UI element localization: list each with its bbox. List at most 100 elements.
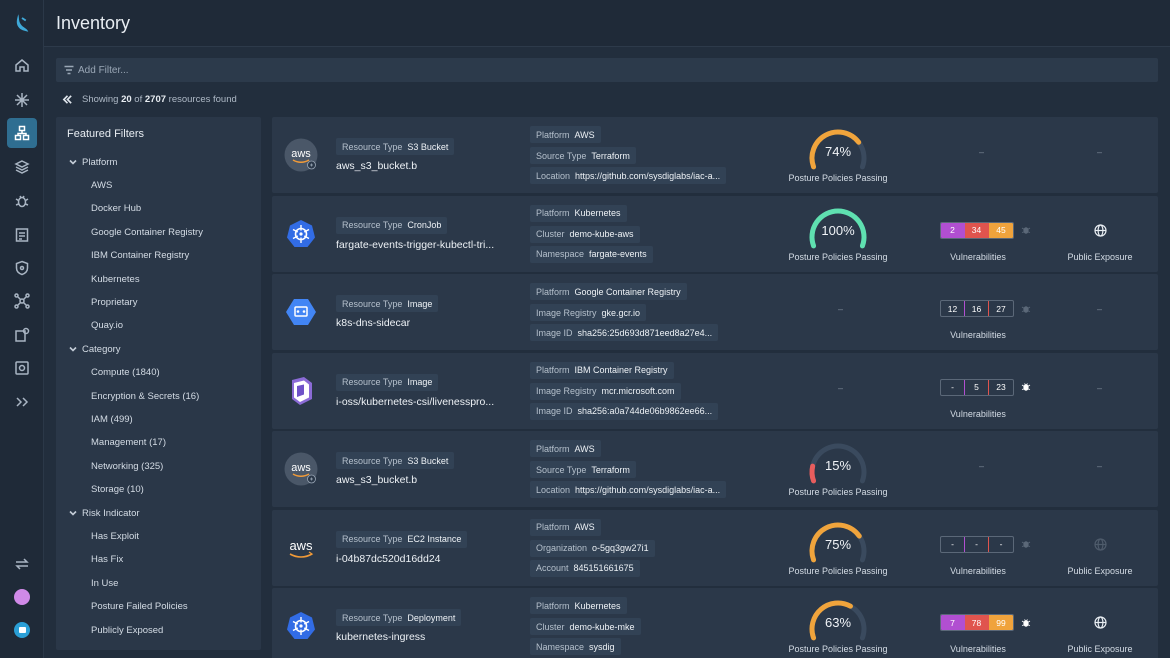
vulnerability-summary[interactable]: 2 34 45	[940, 221, 1032, 239]
filter-option[interactable]: Networking (325)	[56, 456, 261, 476]
filter-option[interactable]: Publicly Exposed	[56, 620, 261, 640]
filter-group-category[interactable]: Category	[56, 339, 261, 359]
network-icon[interactable]	[7, 286, 37, 316]
posture-label: Posture Policies Passing	[788, 251, 888, 262]
filter-bar[interactable]	[56, 58, 1158, 82]
filter-option[interactable]: Has Exploit	[56, 526, 261, 546]
tag-key: Source Type	[536, 150, 587, 161]
filter-group-label: Risk Indicator	[82, 507, 140, 519]
filter-option-label: Kubernetes	[91, 273, 140, 285]
filter-option[interactable]: Has Fix	[56, 550, 261, 570]
vulnerability-summary[interactable]: -5 23	[940, 378, 1032, 396]
resource-name[interactable]: aws_s3_bucket.b	[336, 474, 417, 486]
resource-name[interactable]: i-04b87dc520d16dd24	[336, 553, 441, 565]
integrations-icon[interactable]	[7, 320, 37, 350]
filter-option[interactable]: In Use	[56, 573, 261, 593]
resource-name[interactable]: k8s-dns-sidecar	[336, 317, 410, 329]
filter-option[interactable]: AWS	[56, 175, 261, 195]
vuln-count-medium: -	[999, 539, 1003, 549]
resource-card[interactable]: Resource Type CronJob fargate-events-trigg…	[272, 195, 1158, 272]
public-exposure-empty: –	[1097, 304, 1103, 314]
exploit-bug-icon	[1020, 303, 1032, 315]
filter-option[interactable]: Posture Failed Policies	[56, 597, 261, 617]
filter-option[interactable]: Kubernetes	[56, 269, 261, 289]
resource-name[interactable]: fargate-events-trigger-kubectl-tri...	[336, 239, 494, 251]
resource-meta-tag: Image Registry mcr.microsoft.com	[530, 382, 681, 400]
exploit-bug-icon	[1020, 617, 1032, 629]
filter-option[interactable]: Google Container Registry	[56, 222, 261, 242]
bug-icon[interactable]	[7, 186, 37, 216]
resource-name[interactable]: aws_s3_bucket.b	[336, 160, 417, 172]
inventory-icon[interactable]	[7, 118, 37, 148]
filter-option[interactable]: Management (17)	[56, 433, 261, 453]
posture-percent: 63%	[824, 615, 852, 630]
filter-option[interactable]: Encryption & Secrets (16)	[56, 386, 261, 406]
vulnerability-summary[interactable]: 7 78 99	[940, 614, 1032, 631]
vulnerability-counts: ---	[940, 535, 1014, 553]
help-chat-icon[interactable]	[7, 615, 37, 645]
tag-value: Terraform	[591, 150, 630, 161]
resource-type-tag: Resource Type Deployment	[336, 609, 462, 626]
filter-option[interactable]: Quay.io	[56, 316, 261, 336]
chevron-down-icon	[69, 345, 77, 353]
resource-card[interactable]: aws Resource Type EC2 Instance i-04b87dc520…	[272, 509, 1158, 586]
filter-option[interactable]: IAM (499)	[56, 409, 261, 429]
user-avatar[interactable]	[7, 582, 37, 612]
featured-filters-panel: Featured Filters Platform AWS Docker Hub Go…	[56, 117, 261, 650]
vulnerability-summary[interactable]: ---	[940, 535, 1032, 553]
home-icon[interactable]	[7, 50, 37, 80]
filter-option[interactable]: Storage (10)	[56, 480, 261, 500]
collapse-filters-button[interactable]	[60, 92, 74, 106]
layers-icon[interactable]	[7, 152, 37, 182]
tag-key: Resource Type	[342, 534, 403, 544]
tag-key: Location	[536, 484, 571, 495]
filter-option[interactable]: Compute (1840)	[56, 363, 261, 383]
filter-group-risk-indicator[interactable]: Risk Indicator	[56, 503, 261, 523]
tag-value: Kubernetes	[574, 208, 621, 218]
public-exposure-empty: –	[1097, 147, 1103, 157]
vulnerabilities-empty: –	[979, 461, 985, 471]
kubernetes-icon	[284, 609, 318, 643]
vulnerability-summary[interactable]: 12 16 27	[940, 300, 1032, 317]
vuln-count-high: 16	[965, 301, 989, 316]
tag-key: Resource Type	[342, 220, 403, 230]
resource-meta-tag: Platform Kubernetes	[530, 597, 627, 614]
capture-icon[interactable]	[7, 353, 37, 383]
resource-name[interactable]: i-oss/kubernetes-csi/livenesspro...	[336, 396, 494, 408]
resource-card[interactable]: aws Resource Type S3 Bucket aws_s3_bucket.b…	[272, 117, 1158, 193]
tag-value: S3 Bucket	[407, 141, 449, 152]
resource-card[interactable]: Resource Type Image i-oss/kubernetes-csi/l…	[272, 352, 1158, 429]
resource-name[interactable]: kubernetes-ingress	[336, 631, 425, 643]
filter-option-label: Has Exploit	[91, 530, 140, 542]
filter-option[interactable]: Proprietary	[56, 292, 261, 312]
tag-value: sysdig	[589, 641, 615, 652]
vulnerabilities-label: Vulnerabilities	[950, 408, 1006, 419]
shield-icon[interactable]	[7, 253, 37, 283]
sysdig-logo-icon[interactable]	[7, 8, 37, 38]
expand-nav-icon[interactable]	[7, 387, 37, 417]
resource-meta-tag: Organization o-5gq3gw27i1	[530, 539, 655, 557]
filter-icon	[64, 65, 74, 75]
filter-option-label: In Use	[91, 577, 119, 589]
vuln-count-medium: 45	[989, 222, 1013, 238]
filter-option-label: Google Container Registry	[91, 226, 203, 238]
events-icon[interactable]	[7, 85, 37, 115]
vulnerability-counts: 12 16 27	[940, 300, 1014, 317]
filter-option[interactable]: IBM Container Registry	[56, 246, 261, 266]
resource-card[interactable]: Resource Type Image k8s-dns-sidecar Platfor…	[272, 274, 1158, 350]
vuln-count-medium: 27	[996, 303, 1006, 314]
vulnerabilities-empty: –	[979, 147, 985, 157]
compliance-icon[interactable]	[7, 220, 37, 250]
resource-card[interactable]: aws Resource Type S3 Bucket aws_s3_bucket.b…	[272, 431, 1158, 507]
add-filter-input[interactable]	[78, 58, 678, 82]
tag-key: Namespace	[536, 249, 585, 259]
filter-group-label: Platform	[82, 156, 118, 168]
resource-card[interactable]: Resource Type Deployment kubernetes-ingres…	[272, 588, 1158, 658]
resource-meta-tag: Image ID sha256:a0a744de06b9862ee66...	[530, 402, 719, 420]
tag-key: Account	[536, 563, 569, 573]
switch-product-icon[interactable]	[7, 549, 37, 579]
filter-option[interactable]: Docker Hub	[56, 199, 261, 219]
tag-key: Resource Type	[342, 298, 403, 309]
svg-text:aws: aws	[289, 538, 313, 553]
filter-group-platform[interactable]: Platform	[56, 152, 261, 172]
